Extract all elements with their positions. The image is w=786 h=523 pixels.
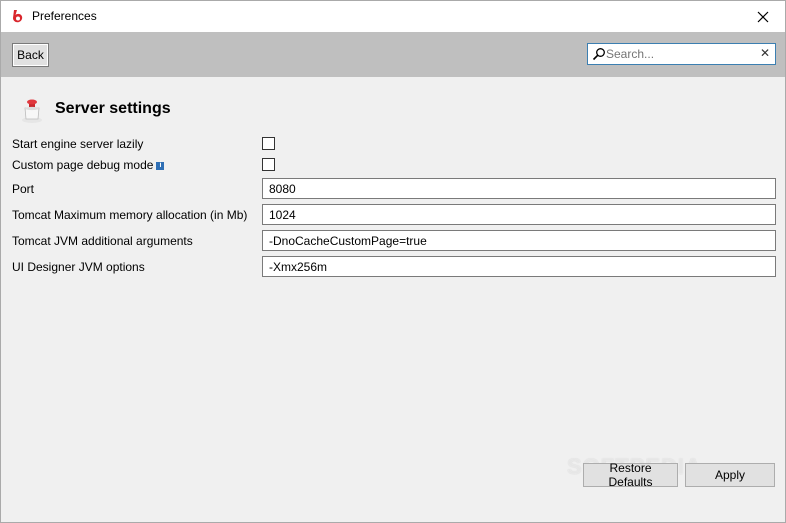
port-field[interactable] — [262, 178, 776, 199]
debug-mode-checkbox[interactable] — [262, 158, 275, 171]
close-icon — [757, 11, 769, 22]
back-button[interactable]: Back — [12, 43, 49, 67]
lazy-start-label: Start engine server lazily — [12, 137, 144, 151]
restore-defaults-button[interactable]: Restore Defaults — [583, 461, 678, 489]
window-title: Preferences — [32, 9, 97, 23]
server-icon — [22, 99, 42, 123]
port-label: Port — [12, 182, 35, 196]
memory-label: Tomcat Maximum memory allocation (in Mb) — [12, 208, 248, 222]
toolbar: Back ✕ — [1, 32, 785, 77]
search-input[interactable] — [606, 46, 756, 62]
designer-jvm-label: UI Designer JVM options — [12, 260, 145, 274]
designer-jvm-field[interactable] — [262, 256, 776, 277]
lazy-start-checkbox[interactable] — [262, 137, 275, 150]
search-box[interactable]: ✕ — [587, 43, 776, 65]
jvm-args-field[interactable] — [262, 230, 776, 251]
search-icon — [592, 48, 605, 61]
page-title: Server settings — [55, 100, 171, 117]
debug-mode-label: Custom page debug mode — [12, 158, 154, 172]
info-icon[interactable]: i — [156, 162, 165, 170]
preferences-window: Preferences Back ✕ Server settings Start… — [0, 0, 786, 523]
clear-icon[interactable]: ✕ — [760, 46, 770, 60]
title-bar: Preferences — [1, 1, 785, 32]
apply-button[interactable]: Apply — [685, 463, 775, 487]
bonita-logo-icon — [13, 10, 23, 23]
debug-mode-label-row: Custom page debug mode i — [12, 158, 165, 172]
close-button[interactable] — [741, 1, 785, 32]
jvm-args-label: Tomcat JVM additional arguments — [12, 234, 193, 248]
memory-field[interactable] — [262, 204, 776, 225]
